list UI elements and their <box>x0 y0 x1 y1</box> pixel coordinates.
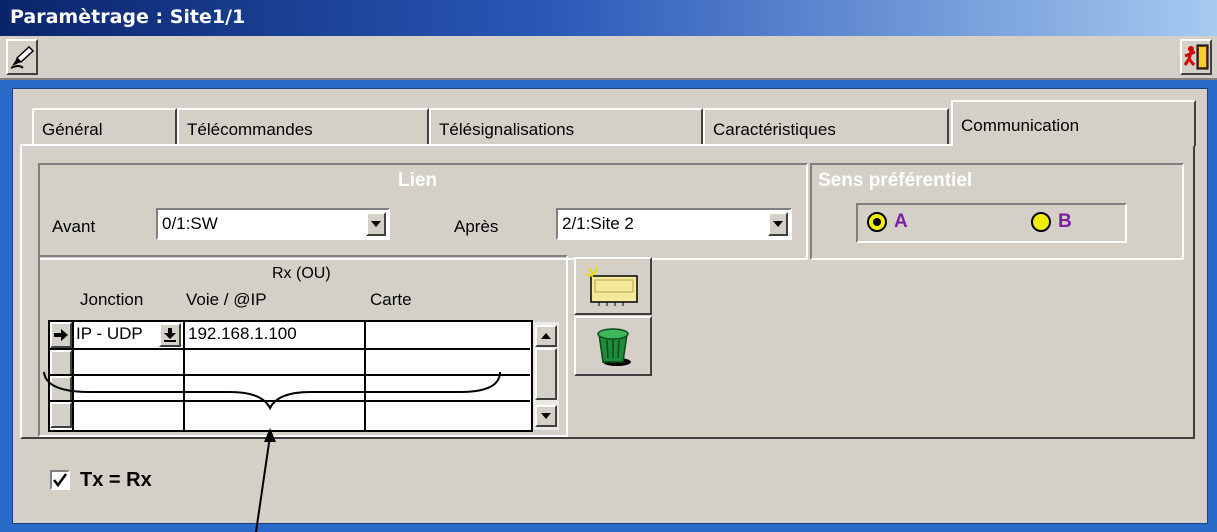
tab-communication[interactable]: Communication <box>951 100 1196 146</box>
annotation-brace-arrow <box>43 371 501 532</box>
